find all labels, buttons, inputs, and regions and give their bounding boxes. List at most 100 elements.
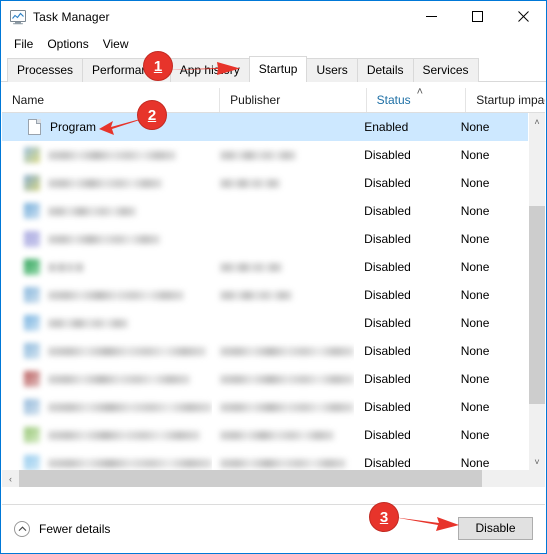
disable-button[interactable]: Disable (458, 517, 533, 540)
row-status: Disabled (364, 344, 411, 358)
row-status: Enabled (364, 120, 409, 134)
scroll-left-icon[interactable]: ‹ (2, 470, 19, 487)
row-name-text (48, 178, 162, 188)
annotation-marker-3: 3 (369, 502, 399, 532)
row-app-icon (24, 399, 40, 415)
row-status: Disabled (364, 400, 411, 414)
vertical-scrollbar[interactable]: ˄ ˅ (528, 113, 545, 470)
row-app-icon (24, 343, 40, 359)
row-app-icon (24, 203, 40, 219)
row-publisher (213, 113, 355, 141)
menu-view[interactable]: View (96, 34, 136, 54)
task-manager-icon (10, 9, 26, 25)
maximize-button[interactable] (454, 1, 500, 32)
table-row[interactable]: Disabled None (2, 225, 528, 253)
row-name-redacted (2, 225, 212, 253)
table-row[interactable]: Disabled None (2, 421, 528, 449)
fewer-details-toggle[interactable]: Fewer details (14, 520, 110, 537)
chevron-up-circle-icon (14, 520, 30, 537)
row-name-redacted (2, 393, 213, 421)
table-row[interactable]: Disabled None (2, 365, 528, 393)
table-row[interactable]: Disabled None (2, 337, 528, 365)
table-row[interactable]: Disabled None (2, 281, 528, 309)
row-publisher-text (220, 178, 281, 188)
row-name-redacted (2, 169, 212, 197)
table-row[interactable]: Disabled None (2, 169, 528, 197)
row-name-redacted (2, 197, 212, 225)
row-app-icon (24, 259, 40, 275)
row-name-text (48, 430, 200, 440)
menu-bar: File Options View (1, 32, 546, 56)
row-publisher-text (220, 402, 355, 412)
column-header-name[interactable]: Name (2, 88, 219, 112)
row-name-redacted (2, 141, 212, 169)
tab-services[interactable]: Services (412, 58, 479, 82)
row-startup-impact: None (460, 260, 490, 274)
row-name-text (48, 206, 136, 216)
row-app-icon (24, 315, 40, 331)
row-name-text: Program (50, 120, 97, 134)
table-row[interactable]: Disabled None (2, 449, 528, 470)
row-publisher-text (220, 374, 355, 384)
tab-details[interactable]: Details (356, 58, 414, 82)
menu-file[interactable]: File (7, 34, 40, 54)
row-status: Disabled (364, 260, 411, 274)
title-bar: Task Manager (1, 1, 546, 32)
row-publisher (212, 225, 354, 253)
sort-ascending-icon: ˄ (416, 88, 424, 98)
annotation-arrow-3 (393, 517, 459, 531)
row-publisher-text (220, 262, 283, 272)
row-name-redacted (2, 253, 212, 281)
horizontal-scroll-thumb[interactable] (19, 470, 482, 487)
column-header-status[interactable]: Status ˄ (365, 88, 466, 112)
row-publisher-redacted (212, 337, 355, 365)
tab-strip: Processes Performance App history Startu… (1, 56, 546, 82)
table-row[interactable]: Program Enabled None (2, 113, 528, 141)
table-row[interactable]: Disabled None (2, 197, 528, 225)
annotation-marker-1: 1 (143, 51, 173, 81)
row-name-redacted (2, 337, 212, 365)
row-status: Disabled (364, 232, 411, 246)
row-publisher-redacted (212, 393, 355, 421)
menu-options[interactable]: Options (40, 34, 95, 54)
scroll-down-icon[interactable]: ˅ (529, 453, 545, 470)
horizontal-scrollbar[interactable]: ‹ › (2, 470, 545, 487)
row-name-text (48, 458, 213, 468)
column-header-publisher[interactable]: Publisher (219, 88, 365, 112)
table-row[interactable]: Disabled None (2, 393, 528, 421)
row-startup-impact: None (460, 120, 490, 134)
vertical-scroll-thumb[interactable] (529, 206, 545, 404)
row-startup-impact: None (460, 344, 490, 358)
row-publisher-redacted (212, 141, 354, 169)
row-publisher-text (220, 430, 335, 440)
row-startup-impact: None (460, 428, 490, 442)
row-status: Disabled (364, 176, 411, 190)
scrollbar-corner (528, 470, 545, 487)
scroll-up-icon[interactable]: ˄ (529, 113, 545, 130)
row-name-redacted (2, 421, 212, 449)
row-app-icon (24, 455, 40, 470)
row-status: Disabled (364, 148, 411, 162)
row-status: Disabled (364, 316, 411, 330)
column-headers: Name Publisher Status ˄ Startup impac (2, 88, 545, 113)
table-row[interactable]: Disabled None (2, 141, 528, 169)
row-name-text (48, 374, 190, 384)
row-publisher-text (220, 346, 355, 356)
row-publisher-redacted (212, 421, 354, 449)
row-startup-impact: None (460, 232, 490, 246)
table-row[interactable]: Disabled None (2, 253, 528, 281)
window-title: Task Manager (33, 9, 110, 24)
column-header-startup-impact[interactable]: Startup impac (465, 88, 545, 112)
row-publisher-text (220, 150, 297, 160)
row-publisher-redacted (212, 449, 354, 470)
row-publisher-redacted (212, 253, 354, 281)
tab-startup[interactable]: Startup (248, 56, 308, 82)
tab-processes[interactable]: Processes (7, 58, 84, 82)
row-startup-impact: None (460, 372, 490, 386)
row-startup-impact: None (460, 148, 490, 162)
row-publisher-redacted (212, 169, 354, 197)
close-button[interactable] (500, 1, 546, 32)
tab-users[interactable]: Users (306, 58, 358, 82)
table-row[interactable]: Disabled None (2, 309, 528, 337)
minimize-button[interactable] (408, 1, 454, 32)
